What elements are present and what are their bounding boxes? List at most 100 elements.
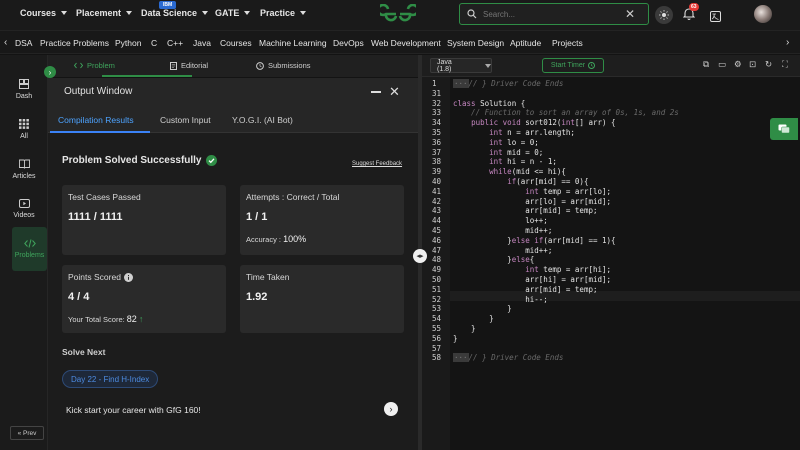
- sidebar-item-videos[interactable]: Videos: [6, 187, 42, 231]
- sidebar-item-problems[interactable]: Problems: [12, 227, 47, 271]
- nav-practice[interactable]: Practice: [260, 8, 307, 18]
- card-value: 4 / 4: [68, 291, 90, 303]
- top-navbar: Courses Placement IBM Data Science GATE …: [0, 0, 800, 30]
- tab-editorial[interactable]: Editorial: [170, 61, 208, 70]
- translate-icon[interactable]: [710, 9, 721, 27]
- nav-practice-label: Practice: [260, 8, 296, 18]
- line-number: 45: [432, 226, 442, 235]
- fullscreen-icon[interactable]: ⛶: [782, 59, 788, 70]
- nav-data-science[interactable]: Data Science: [141, 8, 209, 18]
- gfg-logo-icon[interactable]: [376, 3, 420, 29]
- code-line: arr[hi] = arr[mid];: [453, 275, 612, 284]
- search-input[interactable]: [483, 9, 623, 19]
- line-number-gutter: 1 31 32 33 34 35 36 37 38 39 40 41 42 43 44 45 46 47 48 49 5…: [422, 77, 450, 450]
- language-select[interactable]: Java (1.8): [430, 58, 492, 73]
- code-line: int hi = n - 1;: [489, 157, 557, 167]
- line-number: 35: [432, 128, 442, 137]
- document-icon: [170, 61, 177, 70]
- chevron-right-icon[interactable]: ›: [786, 37, 789, 48]
- left-sidebar: Dash All Articles Videos Problems « Prev: [0, 55, 48, 450]
- tab-problem[interactable]: Problem: [74, 61, 115, 70]
- timer-label: Start Timer: [550, 62, 586, 69]
- subnav-item[interactable]: DevOps: [333, 38, 364, 48]
- theme-toggle-button[interactable]: [655, 6, 673, 24]
- subnav-item[interactable]: Machine Learning: [259, 38, 327, 48]
- line-number: 43: [432, 206, 442, 216]
- start-timer-button[interactable]: Start Timer: [542, 58, 604, 73]
- subnav-item[interactable]: Java: [193, 38, 211, 48]
- subnav-item[interactable]: Practice Problems: [40, 38, 109, 48]
- tab-compilation-results[interactable]: Compilation Results: [58, 115, 134, 125]
- total-score-value: 82: [126, 314, 137, 324]
- chevron-left-icon[interactable]: ‹: [4, 37, 7, 48]
- output-body: Problem Solved Successfully Suggest Feed…: [48, 133, 418, 450]
- line-number: 39: [432, 167, 442, 177]
- search-box[interactable]: ✕: [459, 3, 649, 25]
- next-problem-chip[interactable]: Day 22 - Find H-Index: [62, 370, 159, 388]
- card-label: Test Cases Passed: [68, 192, 141, 202]
- line-number: 32: [432, 98, 442, 108]
- chevron-right-icon[interactable]: ›: [384, 402, 398, 416]
- code-area[interactable]: ···// } Driver Code Ends class Solution {…: [450, 77, 800, 450]
- nav-gate[interactable]: GATE: [215, 8, 251, 18]
- line-number: 53: [432, 304, 442, 314]
- line-number: 44: [432, 216, 442, 226]
- card-label: Points Scored: [68, 272, 133, 282]
- subnav-item[interactable]: Python: [115, 38, 141, 48]
- output-title: Output Window: [64, 86, 133, 97]
- kickstart-text: Kick start your career with GfG 160!: [66, 405, 201, 415]
- line-number: 40: [432, 177, 442, 186]
- active-tab-indicator: [102, 75, 192, 77]
- code-line: while(mid <= hi){: [489, 167, 566, 177]
- tab-submissions[interactable]: Submissions: [256, 61, 311, 70]
- sidebar-item-label: Problems: [14, 252, 45, 259]
- nav-placement[interactable]: Placement: [76, 8, 133, 18]
- chevron-right-icon[interactable]: ›: [44, 66, 56, 78]
- close-icon[interactable]: ✕: [389, 84, 400, 100]
- layout-icon[interactable]: ▭: [718, 59, 726, 70]
- user-avatar[interactable]: [754, 5, 772, 23]
- tab-yogi-ai-bot[interactable]: Y.O.G.I. (AI Bot): [232, 115, 293, 125]
- reset-icon[interactable]: ↻: [765, 59, 772, 70]
- chevron-down-icon: [244, 11, 251, 15]
- test-cases-card: Test Cases Passed 1111 / 1111: [62, 185, 226, 255]
- accuracy-text: Accuracy : 100%: [246, 234, 306, 244]
- sidebar-item-dash[interactable]: Dash: [6, 67, 42, 111]
- nav-gate-label: GATE: [215, 8, 240, 18]
- nav-placement-label: Placement: [76, 8, 122, 18]
- nav-courses[interactable]: Courses: [20, 8, 68, 18]
- prev-button[interactable]: « Prev: [10, 426, 44, 440]
- suggest-feedback-link[interactable]: Suggest Feedback: [352, 161, 402, 167]
- subnav-item[interactable]: DSA: [15, 38, 32, 48]
- code-editor[interactable]: 1 31 32 33 34 35 36 37 38 39 40 41 42 43 44 45 46 47 48 49 5…: [422, 77, 800, 450]
- chevron-down-icon: [300, 11, 307, 15]
- subnav-item[interactable]: Aptitude: [510, 38, 541, 48]
- subnav-item[interactable]: Projects: [552, 38, 583, 48]
- chat-button[interactable]: [770, 118, 798, 140]
- subnav-item[interactable]: System Design: [447, 38, 504, 48]
- line-number: 54: [432, 314, 442, 324]
- info-icon[interactable]: [123, 272, 133, 282]
- nav-data-science-label: Data Science: [141, 8, 198, 18]
- sidebar-item-all[interactable]: All: [6, 107, 42, 151]
- line-number: 46: [432, 235, 442, 245]
- code-line: }: [453, 314, 494, 324]
- chevron-down-icon: [126, 11, 133, 15]
- bookmark-icon[interactable]: ⊡: [749, 59, 756, 70]
- close-icon[interactable]: ✕: [625, 7, 635, 21]
- settings-icon[interactable]: ⚙: [734, 59, 742, 70]
- tab-custom-input[interactable]: Custom Input: [160, 115, 211, 125]
- copy-icon[interactable]: ⧉: [703, 59, 709, 70]
- minimize-icon[interactable]: [371, 91, 381, 93]
- resize-handle-icon[interactable]: ◂▸: [413, 249, 427, 263]
- notification-count-badge: 63: [689, 3, 699, 11]
- sidebar-item-articles[interactable]: Articles: [6, 147, 42, 191]
- subnav-item[interactable]: C: [151, 38, 157, 48]
- subnav-item[interactable]: C++: [167, 38, 183, 48]
- accuracy-value: 100%: [283, 234, 307, 244]
- status-heading: Problem Solved Successfully: [62, 155, 217, 166]
- tab-editorial-label: Editorial: [181, 61, 209, 70]
- subnav-item[interactable]: Courses: [220, 38, 252, 48]
- subnav-item[interactable]: Web Development: [371, 38, 441, 48]
- chevron-down-icon: [485, 63, 491, 68]
